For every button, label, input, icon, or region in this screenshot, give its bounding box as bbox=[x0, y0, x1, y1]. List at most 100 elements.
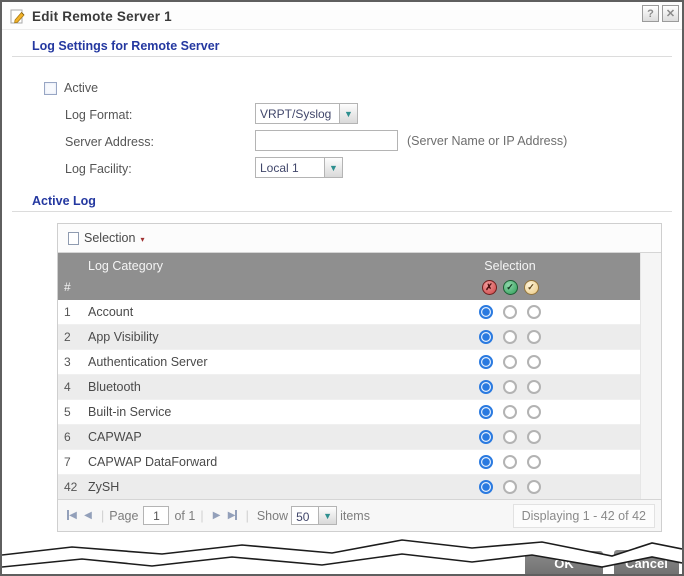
selection-radio-group bbox=[410, 480, 610, 494]
debug-log-radio[interactable] bbox=[527, 305, 541, 319]
table-row: 6CAPWAP bbox=[58, 425, 640, 450]
row-number: 3 bbox=[58, 355, 86, 369]
log-facility-value: Local 1 bbox=[256, 158, 324, 177]
active-log-section-title: Active Log bbox=[32, 194, 96, 208]
table-row: 42ZySH bbox=[58, 475, 640, 500]
selection-radio-group bbox=[410, 355, 610, 369]
enable-normal-log-all-icon[interactable]: ✓ bbox=[503, 280, 518, 295]
page-label: Page bbox=[109, 509, 138, 523]
section-divider bbox=[12, 56, 672, 57]
selection-menu-button[interactable]: Selection ▾ bbox=[64, 229, 148, 247]
chevron-down-icon[interactable]: ▼ bbox=[324, 158, 342, 177]
page-number-input[interactable] bbox=[143, 506, 169, 525]
normal-log-radio[interactable] bbox=[503, 355, 517, 369]
server-address-hint: (Server Name or IP Address) bbox=[407, 134, 567, 148]
normal-log-radio[interactable] bbox=[503, 430, 517, 444]
normal-log-radio[interactable] bbox=[503, 405, 517, 419]
table-toolbar: Selection ▾ bbox=[58, 224, 661, 253]
ok-button[interactable]: OK bbox=[525, 551, 603, 576]
disable-radio[interactable] bbox=[479, 430, 493, 444]
edit-pencil-icon bbox=[10, 8, 26, 24]
server-address-label: Server Address: bbox=[65, 135, 154, 149]
edit-remote-server-dialog: Edit Remote Server 1 ? ✕ Log Settings fo… bbox=[0, 0, 684, 576]
show-items-value: 50 bbox=[292, 507, 318, 524]
log-format-label: Log Format: bbox=[65, 108, 132, 122]
log-category-label: Built-in Service bbox=[86, 405, 410, 419]
next-page-icon[interactable]: ▶ bbox=[209, 510, 225, 521]
log-facility-label: Log Facility: bbox=[65, 162, 132, 176]
selection-radio-group bbox=[410, 380, 610, 394]
dialog-title: Edit Remote Server 1 bbox=[32, 9, 172, 24]
debug-log-radio[interactable] bbox=[527, 455, 541, 469]
document-icon bbox=[68, 232, 79, 245]
prev-page-icon[interactable]: ◀ bbox=[80, 510, 96, 521]
enable-debug-log-all-icon[interactable]: ✓ bbox=[524, 280, 539, 295]
chevron-down-icon[interactable]: ▼ bbox=[318, 507, 336, 524]
debug-log-radio[interactable] bbox=[527, 380, 541, 394]
disable-radio[interactable] bbox=[479, 305, 493, 319]
items-label: items bbox=[340, 509, 370, 523]
normal-log-radio[interactable] bbox=[503, 480, 517, 494]
page-of-label: of 1 bbox=[174, 509, 195, 523]
server-address-input[interactable] bbox=[255, 130, 398, 151]
caret-down-icon: ▾ bbox=[140, 235, 144, 244]
last-page-icon[interactable]: ▶ bbox=[225, 510, 241, 521]
row-number: 7 bbox=[58, 455, 86, 469]
disable-radio[interactable] bbox=[479, 455, 493, 469]
row-number: 4 bbox=[58, 380, 86, 394]
table-body: 1Account2App Visibility3Authentication S… bbox=[58, 300, 640, 500]
table-header: Log Category Selection # ✗ ✓ ✓ bbox=[58, 253, 640, 300]
selection-radio-group bbox=[410, 405, 610, 419]
normal-log-radio[interactable] bbox=[503, 305, 517, 319]
table-row: 2App Visibility bbox=[58, 325, 640, 350]
show-label: Show bbox=[257, 509, 288, 523]
row-number: 5 bbox=[58, 405, 86, 419]
row-number: 6 bbox=[58, 430, 86, 444]
row-number: 2 bbox=[58, 330, 86, 344]
active-checkbox[interactable] bbox=[44, 82, 57, 95]
column-header-log-category: Log Category bbox=[86, 259, 410, 273]
disable-radio[interactable] bbox=[479, 480, 493, 494]
normal-log-radio[interactable] bbox=[503, 380, 517, 394]
log-category-label: CAPWAP DataForward bbox=[86, 455, 410, 469]
table-row: 1Account bbox=[58, 300, 640, 325]
disable-all-icon[interactable]: ✗ bbox=[482, 280, 497, 295]
column-header-number: # bbox=[58, 280, 86, 294]
selection-radio-group bbox=[410, 455, 610, 469]
log-facility-select[interactable]: Local 1 ▼ bbox=[255, 157, 343, 178]
log-category-label: Account bbox=[86, 305, 410, 319]
active-log-table: Selection ▾ Log Category Selection # ✗ ✓… bbox=[57, 223, 662, 532]
displaying-status: Displaying 1 - 42 of 42 bbox=[513, 504, 655, 528]
table-row: 7CAPWAP DataForward bbox=[58, 450, 640, 475]
disable-radio[interactable] bbox=[479, 355, 493, 369]
selection-radio-group bbox=[410, 430, 610, 444]
selection-radio-group bbox=[410, 330, 610, 344]
log-category-label: CAPWAP bbox=[86, 430, 410, 444]
show-items-select[interactable]: 50 ▼ bbox=[291, 506, 337, 525]
log-format-value: VRPT/Syslog bbox=[256, 104, 339, 123]
table-row: 3Authentication Server bbox=[58, 350, 640, 375]
debug-log-radio[interactable] bbox=[527, 480, 541, 494]
title-bar: Edit Remote Server 1 ? ✕ bbox=[2, 2, 682, 30]
disable-radio[interactable] bbox=[479, 380, 493, 394]
normal-log-radio[interactable] bbox=[503, 330, 517, 344]
debug-log-radio[interactable] bbox=[527, 405, 541, 419]
close-button[interactable]: ✕ bbox=[662, 5, 679, 22]
disable-radio[interactable] bbox=[479, 405, 493, 419]
log-settings-section-title: Log Settings for Remote Server bbox=[32, 39, 220, 53]
log-category-label: ZySH bbox=[86, 480, 410, 494]
normal-log-radio[interactable] bbox=[503, 455, 517, 469]
cancel-button[interactable]: Cancel bbox=[614, 550, 679, 576]
disable-radio[interactable] bbox=[479, 330, 493, 344]
section-divider bbox=[12, 211, 672, 212]
first-page-icon[interactable]: ◀ bbox=[64, 510, 80, 521]
table-row: 5Built-in Service bbox=[58, 400, 640, 425]
table-scrollbar[interactable] bbox=[640, 253, 661, 500]
debug-log-radio[interactable] bbox=[527, 330, 541, 344]
log-format-select[interactable]: VRPT/Syslog ▼ bbox=[255, 103, 358, 124]
help-button[interactable]: ? bbox=[642, 5, 659, 22]
debug-log-radio[interactable] bbox=[527, 355, 541, 369]
debug-log-radio[interactable] bbox=[527, 430, 541, 444]
chevron-down-icon[interactable]: ▼ bbox=[339, 104, 357, 123]
selection-radio-group bbox=[410, 305, 610, 319]
